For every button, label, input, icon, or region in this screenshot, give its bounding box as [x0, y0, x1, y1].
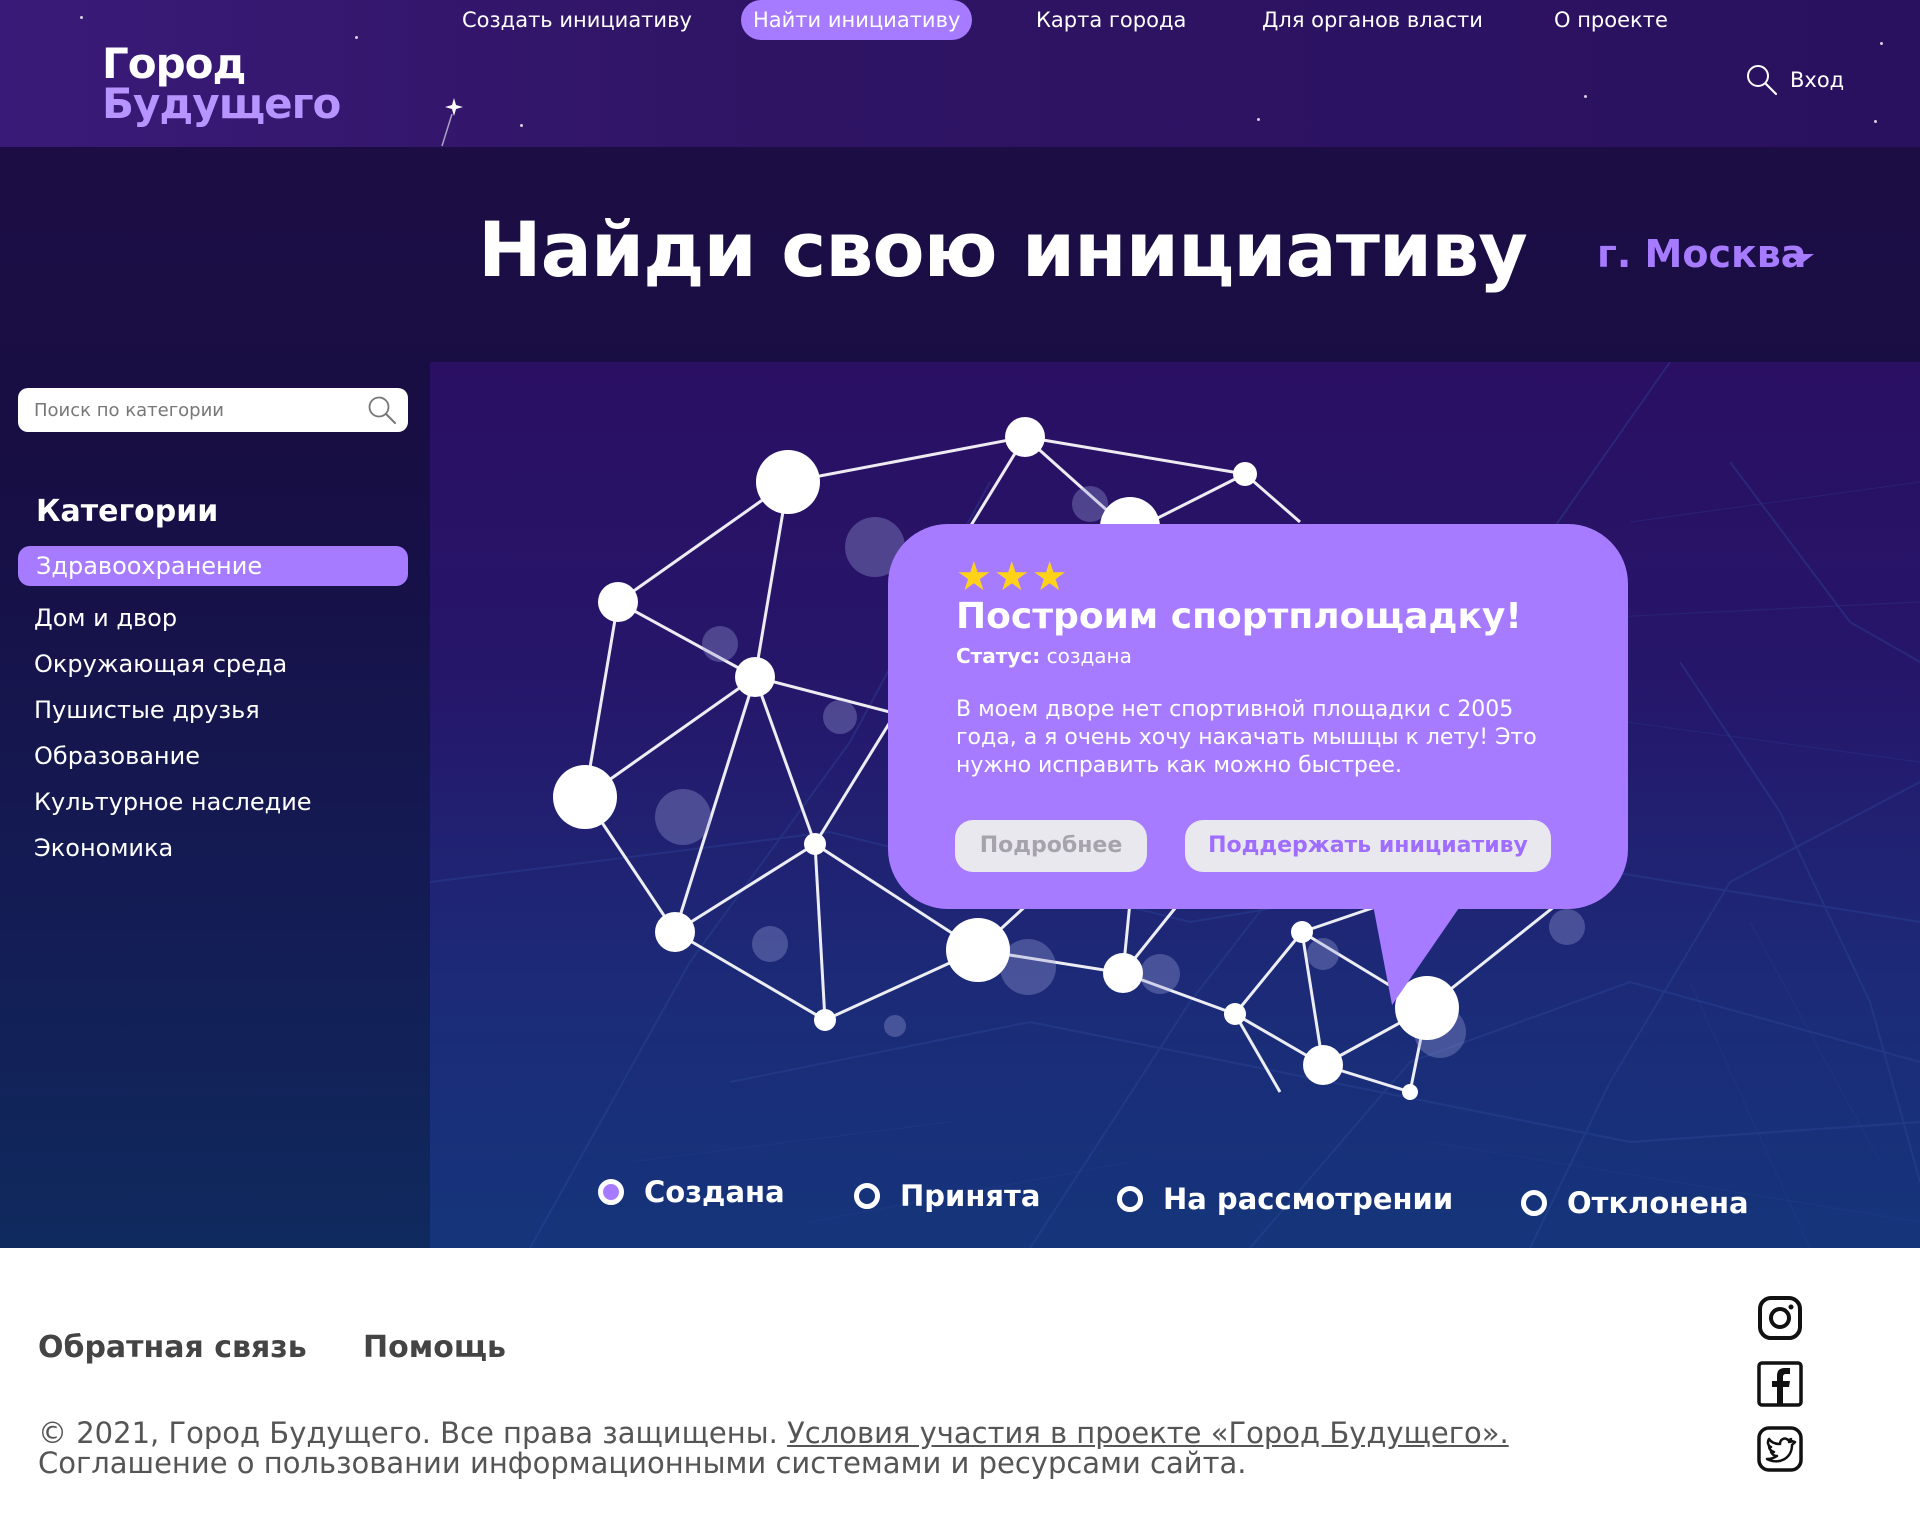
shooting-star-icon: [441, 98, 463, 147]
status-label: Статус:: [956, 644, 1041, 668]
logo-line-1: Город: [102, 39, 246, 88]
agreement-text: Соглашение о пользовании информационными…: [38, 1446, 1247, 1480]
decor-star: [1874, 120, 1877, 123]
help-link[interactable]: Помощь: [363, 1330, 506, 1365]
city-select[interactable]: г. Москва: [1597, 232, 1806, 276]
radio-icon: [854, 1183, 880, 1209]
feedback-link[interactable]: Обратная связь: [38, 1330, 307, 1365]
initiative-status: Статус: создана: [956, 644, 1132, 668]
decor-star: [1584, 95, 1587, 98]
login-link[interactable]: Вход: [1790, 60, 1844, 100]
category-item-education[interactable]: Образование: [18, 736, 408, 776]
decor-star: [1257, 118, 1260, 121]
site-header: Город Будущего Создать инициативу Найти …: [0, 0, 1920, 147]
status-filter-label: На рассмотрении: [1163, 1182, 1454, 1216]
copyright: © 2021, Город Будущего. Все права защище…: [38, 1418, 1509, 1478]
status-filter-label: Принята: [900, 1179, 1041, 1213]
nav-find-initiative[interactable]: Найти инициативу: [741, 0, 973, 40]
category-item-heritage[interactable]: Культурное наследие: [18, 782, 408, 822]
category-item-home-yard[interactable]: Дом и двор: [18, 598, 408, 638]
site-logo[interactable]: Город Будущего: [102, 39, 341, 128]
copyright-text: © 2021, Город Будущего. Все права защище…: [38, 1416, 778, 1450]
twitter-icon[interactable]: [1756, 1425, 1804, 1473]
radio-icon: [1117, 1186, 1143, 1212]
decor-star: [355, 36, 358, 39]
category-search[interactable]: [18, 388, 408, 432]
status-value: создана: [1046, 644, 1132, 668]
initiative-title: Построим спортплощадку!: [956, 596, 1522, 637]
initiative-card[interactable]: ★★★ Построим спортплощадку! Статус: созд…: [888, 524, 1628, 909]
support-initiative-button[interactable]: Поддержать инициативу: [1185, 820, 1551, 872]
category-search-input[interactable]: [34, 388, 344, 432]
chevron-down-icon[interactable]: [1788, 254, 1814, 264]
category-item-healthcare[interactable]: Здравоохранение: [18, 546, 408, 586]
decor-star: [80, 16, 83, 19]
facebook-icon[interactable]: [1756, 1360, 1804, 1408]
nav-create-initiative[interactable]: Создать инициативу: [462, 0, 692, 40]
status-filter-label: Отклонена: [1567, 1186, 1749, 1220]
category-item-pets[interactable]: Пушистые друзья: [18, 690, 408, 730]
initiative-description: В моем дворе нет спортивной площадки с 2…: [956, 697, 1537, 778]
nav-city-map[interactable]: Карта города: [1036, 0, 1186, 40]
categories-heading: Категории: [36, 494, 219, 529]
category-item-environment[interactable]: Окружающая среда: [18, 644, 408, 684]
logo-line-2: Будущего: [102, 79, 341, 128]
status-filter-label: Создана: [644, 1175, 785, 1209]
decor-star: [1880, 42, 1883, 45]
category-item-economy[interactable]: Экономика: [18, 828, 408, 868]
nav-for-authorities[interactable]: Для органов власти: [1262, 0, 1483, 40]
terms-link[interactable]: Условия участия в проекте «Город Будущег…: [787, 1416, 1509, 1450]
page-title: Найди свою инициативу: [478, 205, 1528, 294]
radio-icon: [1521, 1190, 1547, 1216]
decor-star: [520, 124, 523, 127]
category-list: Здравоохранение Дом и двор Окружающая ср…: [18, 546, 408, 874]
rating-stars: ★★★: [956, 554, 1070, 600]
radio-selected-icon: [598, 1179, 624, 1205]
more-details-button[interactable]: Подробнее: [955, 820, 1147, 872]
search-icon[interactable]: [366, 394, 398, 426]
search-icon[interactable]: [1745, 63, 1779, 97]
nav-about[interactable]: О проекте: [1554, 0, 1668, 40]
instagram-icon[interactable]: [1756, 1294, 1804, 1342]
